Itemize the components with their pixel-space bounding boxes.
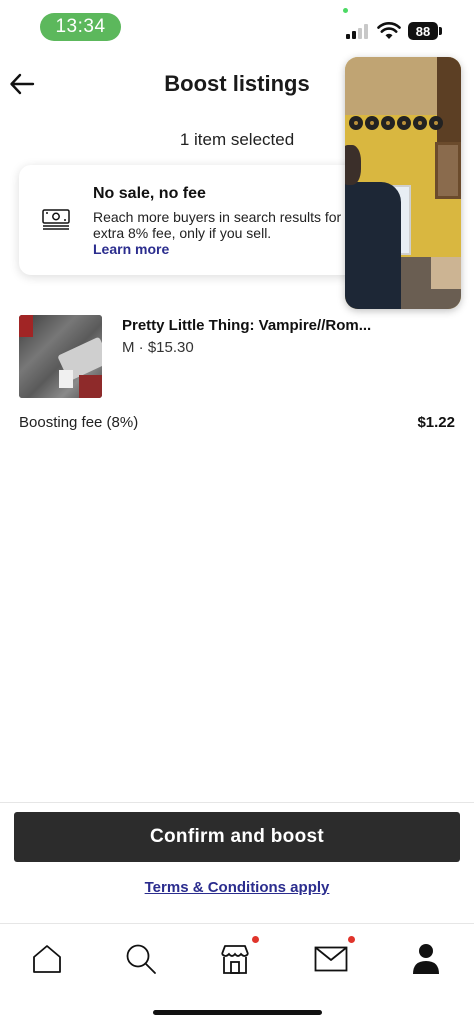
divider xyxy=(0,802,474,803)
mail-icon xyxy=(314,946,348,972)
shop-icon xyxy=(221,945,249,974)
video-record xyxy=(349,116,363,130)
video-record xyxy=(413,116,427,130)
listing-size-price: M · $15.30 xyxy=(122,339,194,356)
video-record xyxy=(429,116,443,130)
listing-item[interactable]: Pretty Little Thing: Vampire//Rom... M ·… xyxy=(19,315,455,399)
tab-inbox[interactable] xyxy=(308,936,355,982)
inbox-notification-badge xyxy=(348,936,355,943)
learn-more-link[interactable]: Learn more xyxy=(93,241,169,257)
video-person xyxy=(345,182,401,309)
boosting-fee-row: Boosting fee (8%) $1.22 xyxy=(19,414,455,436)
video-person-head xyxy=(345,145,361,185)
video-painting xyxy=(435,142,461,199)
tab-shop[interactable] xyxy=(212,936,259,982)
home-icon xyxy=(33,945,61,973)
listing-thumbnail xyxy=(19,315,102,398)
money-bill-icon xyxy=(42,209,70,230)
signal-icon xyxy=(346,24,372,39)
shop-notification-badge xyxy=(252,936,259,943)
video-call-overlay[interactable] xyxy=(345,57,461,309)
status-time[interactable]: 13:34 xyxy=(40,13,121,41)
boosting-fee-label: Boosting fee (8%) xyxy=(19,414,139,431)
tab-profile[interactable] xyxy=(403,936,449,982)
video-record xyxy=(365,116,379,130)
listing-title: Pretty Little Thing: Vampire//Rom... xyxy=(122,317,372,334)
tab-search[interactable] xyxy=(118,936,164,982)
video-record xyxy=(397,116,411,130)
wifi-icon xyxy=(377,22,401,39)
boosting-fee-value: $1.22 xyxy=(417,414,455,431)
status-bar: 13:34 88 xyxy=(0,0,474,54)
search-icon xyxy=(126,944,156,974)
camera-indicator-dot xyxy=(343,8,348,13)
confirm-and-boost-button[interactable]: Confirm and boost xyxy=(14,812,460,862)
battery-tip xyxy=(439,27,442,35)
home-indicator xyxy=(153,1010,322,1015)
bottom-tab-bar xyxy=(0,924,474,994)
battery-level: 88 xyxy=(415,23,431,39)
person-icon xyxy=(413,944,439,974)
video-record xyxy=(381,116,395,130)
card-title: No sale, no fee xyxy=(93,185,206,202)
terms-link[interactable]: Terms & Conditions apply xyxy=(0,879,474,896)
tab-home[interactable] xyxy=(24,936,70,982)
video-beam xyxy=(437,57,461,152)
battery-icon: 88 xyxy=(408,22,438,40)
video-box xyxy=(431,257,461,289)
